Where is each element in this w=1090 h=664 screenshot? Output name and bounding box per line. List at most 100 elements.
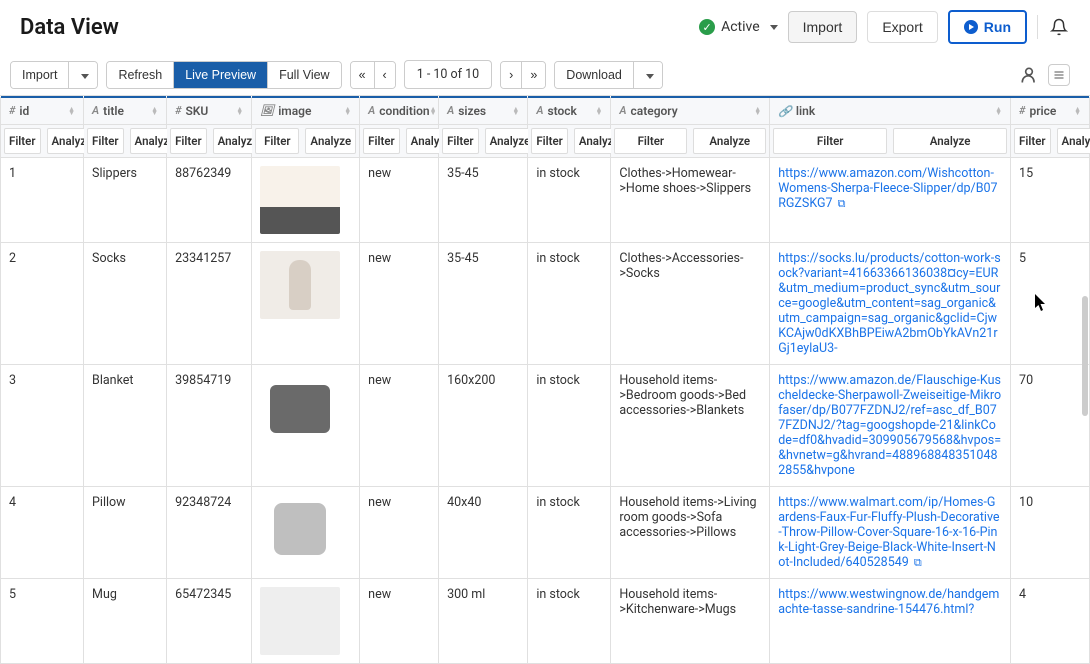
filter-button[interactable]: Filter — [442, 128, 479, 154]
filter-button[interactable]: Filter — [170, 128, 207, 154]
cell-id: 5 — [1, 579, 84, 664]
filter-button[interactable]: Filter — [363, 128, 400, 154]
cell-category: Household items->Kitchenware->Mugs — [611, 579, 770, 664]
product-image — [260, 373, 340, 441]
filter-button[interactable]: Filter — [255, 128, 299, 154]
cell-image — [252, 365, 360, 487]
analyze-button[interactable]: Analyze — [693, 128, 766, 154]
column-label: category — [631, 104, 678, 118]
sort-icon[interactable]: ▲▼ — [430, 107, 437, 115]
bell-icon[interactable] — [1048, 16, 1070, 38]
sort-icon[interactable]: ▲▼ — [595, 107, 602, 115]
separator — [1037, 15, 1038, 39]
cell-link: https://www.amazon.com/Wishcotton-Womens… — [770, 158, 1011, 243]
column-header-condition[interactable]: Acondition▲▼FilterAnalyze — [360, 97, 439, 158]
column-header-id[interactable]: #id▲▼FilterAnalyze — [1, 97, 84, 158]
sort-icon[interactable]: ▲▼ — [512, 107, 519, 115]
column-header-image[interactable]: 🖼image▲▼FilterAnalyze — [252, 97, 360, 158]
cell-category: Clothes->Homewear->Home shoes->Slippers — [611, 158, 770, 243]
analyze-button[interactable]: Analyze — [893, 128, 1007, 154]
cell-link: https://www.westwingnow.de/handgemachte-… — [770, 579, 1011, 664]
cell-title: Blanket — [84, 365, 167, 487]
pager-info: 1 - 10 of 10 — [404, 60, 492, 89]
analyze-button[interactable]: Analyze — [305, 128, 356, 154]
export-button[interactable]: Export — [867, 11, 937, 43]
column-header-sizes[interactable]: Asizes▲▼FilterAnalyze — [439, 97, 528, 158]
filter-button[interactable]: Filter — [4, 128, 41, 154]
sort-icon[interactable]: ▲▼ — [754, 107, 761, 115]
cell-id: 2 — [1, 243, 84, 365]
table-row: 2Socks23341257new35-45in stockClothes->A… — [1, 243, 1090, 365]
cell-condition: new — [360, 579, 439, 664]
cell-image — [252, 487, 360, 579]
pager-last-button[interactable]: » — [522, 62, 545, 88]
column-header-link[interactable]: 🔗link▲▼FilterAnalyze — [770, 97, 1011, 158]
run-button[interactable]: Run — [948, 10, 1027, 44]
cell-category: Clothes->Accessories->Socks — [611, 243, 770, 365]
cell-id: 1 — [1, 158, 84, 243]
pager-first-button[interactable]: « — [351, 62, 375, 88]
pager-prev-button[interactable]: ‹ — [375, 62, 395, 88]
product-link[interactable]: https://www.amazon.com/Wishcotton-Womens… — [778, 166, 997, 211]
filter-button[interactable]: Filter — [614, 128, 687, 154]
filter-button[interactable]: Filter — [1014, 128, 1051, 154]
toolbar-import-dropdown[interactable] — [69, 62, 97, 88]
cell-stock: in stock — [528, 579, 611, 664]
chevron-down-icon — [81, 74, 89, 79]
cell-price: 15 — [1011, 158, 1090, 243]
pager-next-button[interactable]: › — [501, 62, 522, 88]
type-icon: 🔗 — [778, 105, 792, 118]
column-label: title — [103, 104, 124, 118]
table-row: 1Slippers88762349new35-45in stockClothes… — [1, 158, 1090, 243]
type-icon: A — [536, 104, 543, 117]
live-preview-tab[interactable]: Live Preview — [174, 62, 268, 88]
sort-icon[interactable]: ▲▼ — [68, 107, 75, 115]
product-link[interactable]: https://www.walmart.com/ip/Homes-Gardens… — [778, 495, 999, 570]
column-header-title[interactable]: Atitle▲▼FilterAnalyze — [84, 97, 167, 158]
full-view-tab[interactable]: Full View — [268, 62, 340, 88]
column-header-price[interactable]: #price▲▼FilterAnalyze — [1011, 97, 1090, 158]
data-table: #id▲▼FilterAnalyzeAtitle▲▼FilterAnalyze#… — [0, 96, 1090, 664]
analyze-button[interactable]: Analyze — [1057, 128, 1090, 154]
type-icon: A — [447, 104, 454, 117]
product-image — [260, 251, 340, 319]
product-link[interactable]: https://www.amazon.de/Flauschige-Kuschel… — [778, 373, 1001, 478]
column-label: condition — [379, 104, 429, 118]
filter-button[interactable]: Filter — [531, 128, 568, 154]
import-button[interactable]: Import — [788, 11, 858, 43]
cell-id: 3 — [1, 365, 84, 487]
column-header-sku[interactable]: #SKU▲▼FilterAnalyze — [167, 97, 252, 158]
sort-icon[interactable]: ▲▼ — [344, 107, 351, 115]
status-badge[interactable]: ✓ Active — [699, 19, 778, 35]
column-label: stock — [547, 104, 576, 118]
cell-price: 4 — [1011, 579, 1090, 664]
scrollbar[interactable] — [1082, 296, 1088, 416]
user-icon[interactable] — [1018, 64, 1040, 86]
sort-icon[interactable]: ▲▼ — [1074, 107, 1081, 115]
cell-sizes: 35-45 — [439, 158, 528, 243]
download-button[interactable]: Download — [555, 62, 634, 88]
refresh-button[interactable]: Refresh — [107, 62, 174, 88]
check-icon: ✓ — [699, 19, 715, 35]
cell-sku: 92348724 — [167, 487, 252, 579]
filter-button[interactable]: Filter — [87, 128, 124, 154]
cell-price: 10 — [1011, 487, 1090, 579]
filter-button[interactable]: Filter — [773, 128, 887, 154]
toolbar-import-button[interactable]: Import — [11, 62, 69, 88]
column-header-category[interactable]: Acategory▲▼FilterAnalyze — [611, 97, 770, 158]
sort-icon[interactable]: ▲▼ — [151, 107, 158, 115]
column-label: SKU — [185, 104, 208, 118]
type-icon: # — [9, 104, 15, 117]
sort-icon[interactable]: ▲▼ — [236, 107, 243, 115]
cell-link: https://www.amazon.de/Flauschige-Kuschel… — [770, 365, 1011, 487]
status-label: Active — [721, 19, 760, 35]
sort-icon[interactable]: ▲▼ — [995, 107, 1002, 115]
download-dropdown[interactable] — [634, 62, 662, 88]
product-link[interactable]: https://www.westwingnow.de/handgemachte-… — [778, 587, 999, 617]
cell-stock: in stock — [528, 487, 611, 579]
cell-sizes: 160x200 — [439, 365, 528, 487]
cell-image — [252, 158, 360, 243]
column-header-stock[interactable]: Astock▲▼FilterAnalyze — [528, 97, 611, 158]
hamburger-icon[interactable] — [1048, 64, 1070, 86]
product-link[interactable]: https://socks.lu/products/cotton-work-so… — [778, 251, 1000, 356]
